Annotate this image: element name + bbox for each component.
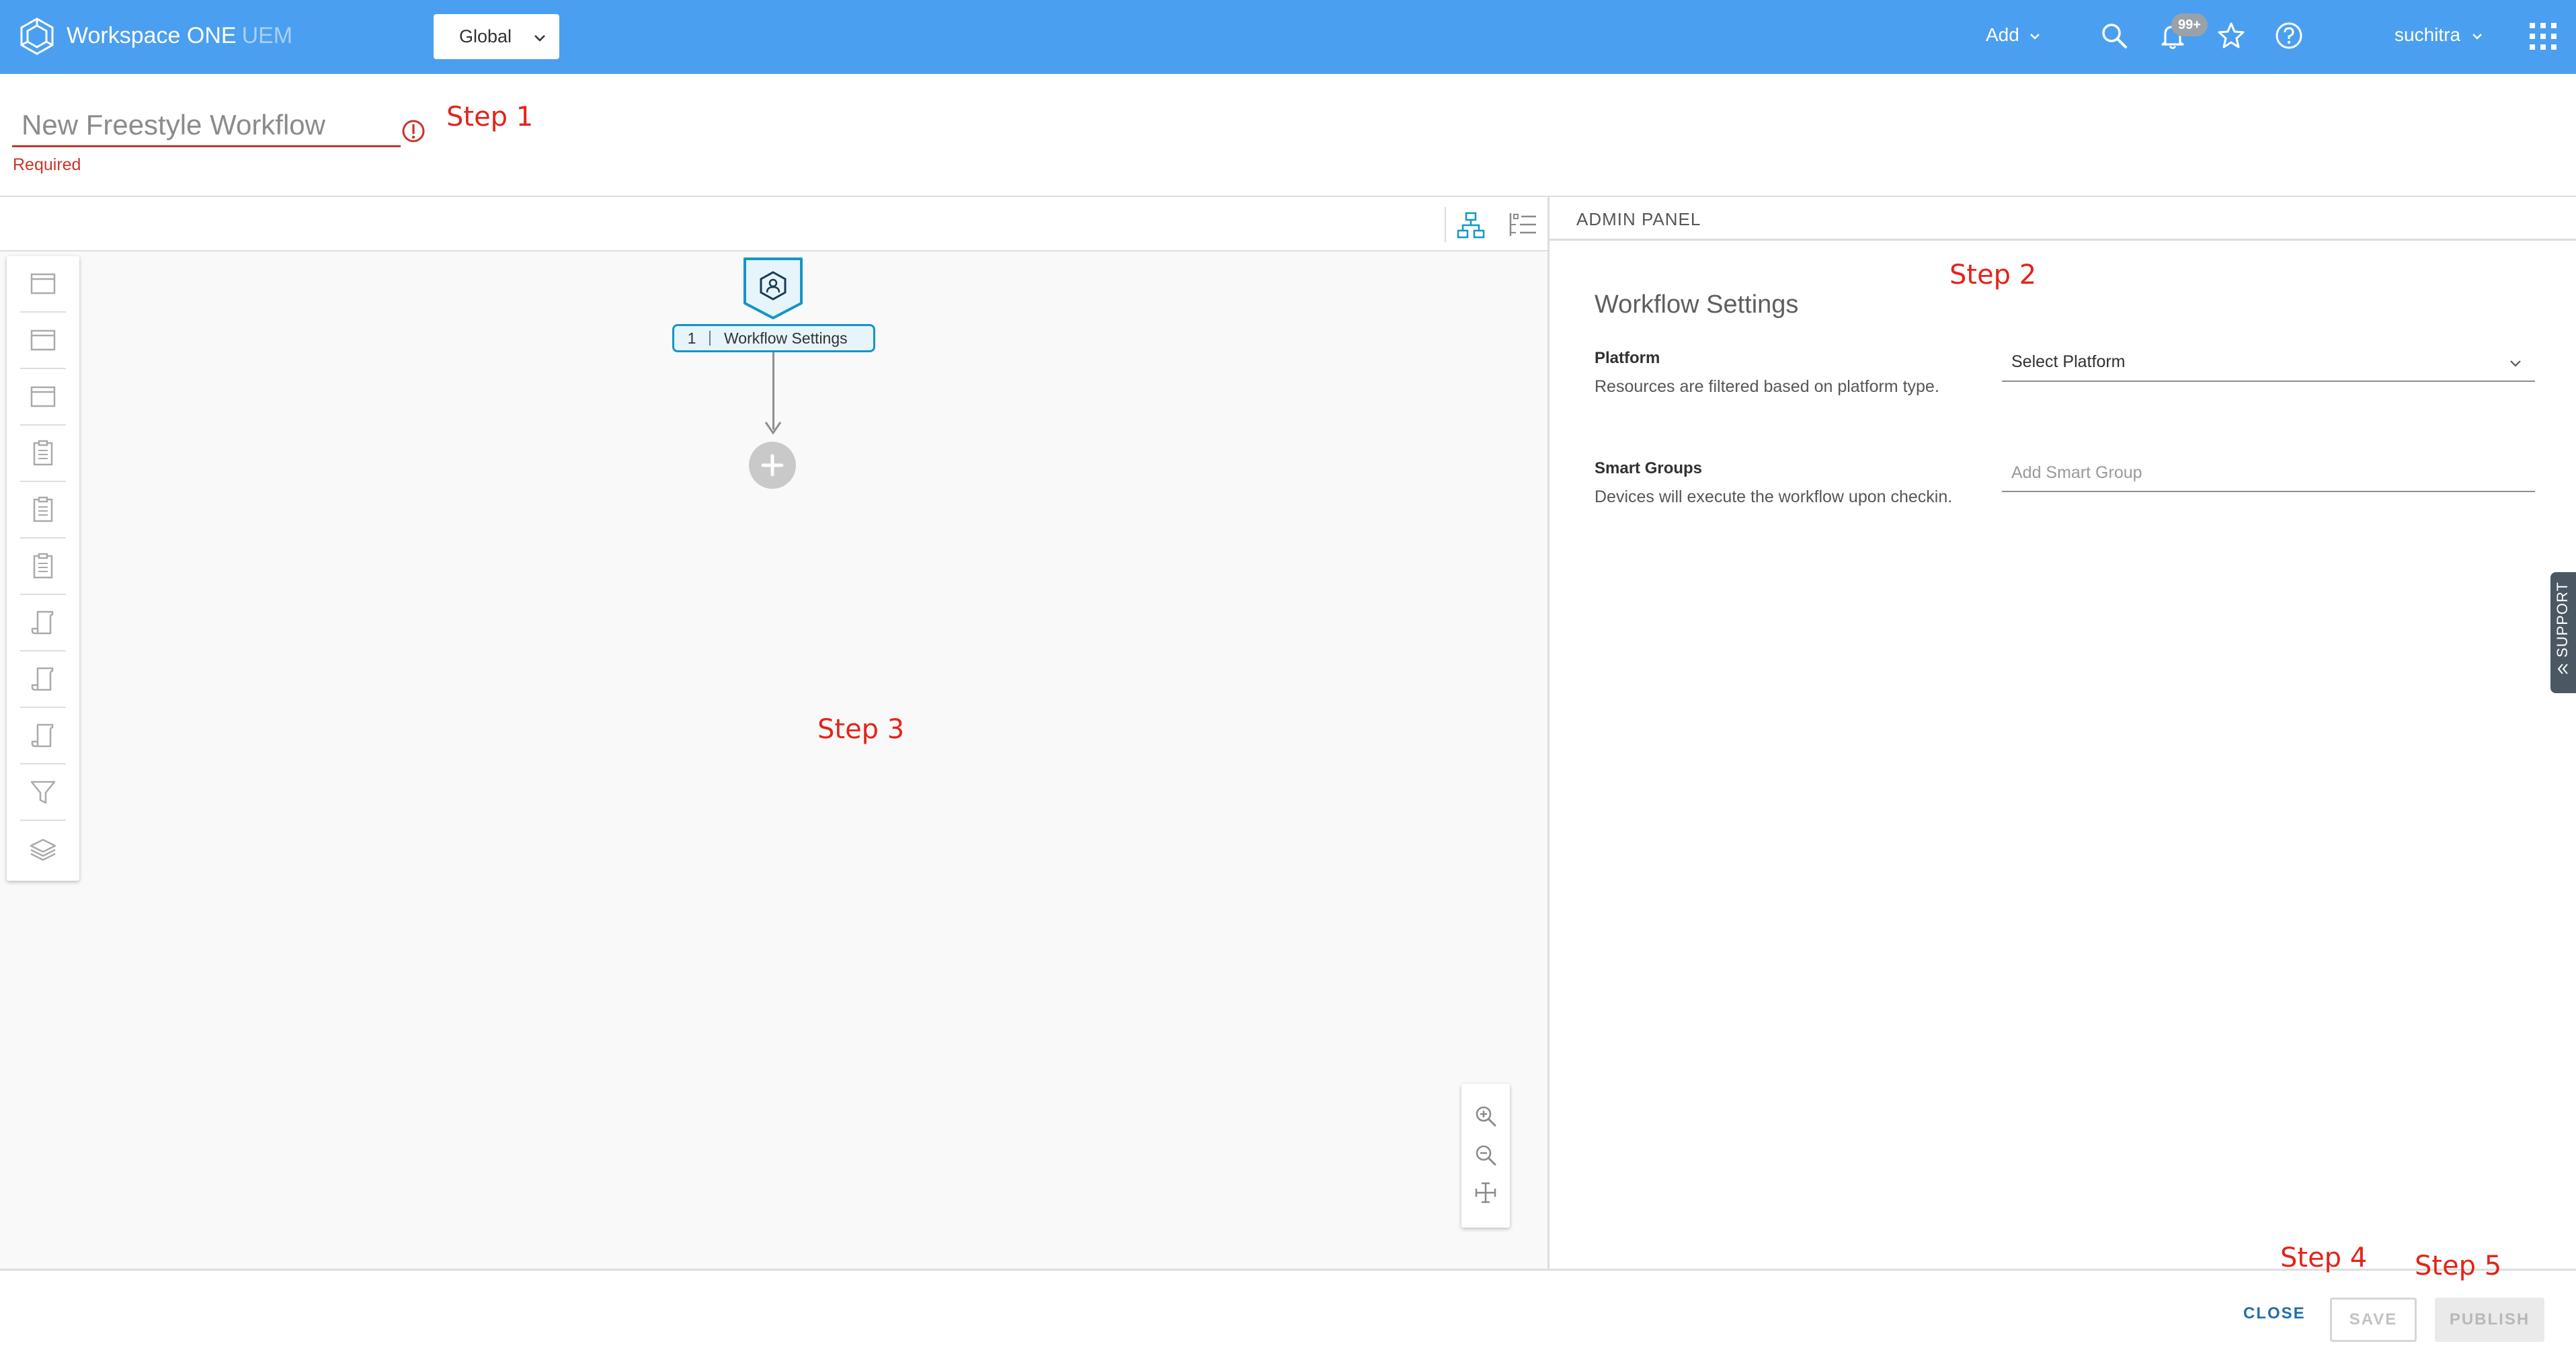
palette-item[interactable] [20,426,66,482]
app-title: Workspace ONE UEM [67,23,292,49]
organization-group-value: Global [459,26,512,46]
zoom-out-icon[interactable] [1474,1143,1498,1167]
palette-item[interactable] [20,313,66,369]
node-connector-line [772,352,774,430]
palette-item[interactable] [20,595,66,651]
platform-label: Platform [1595,349,1660,367]
palette-item[interactable] [20,256,66,313]
palette-item[interactable] [20,821,66,877]
layers-icon [30,838,56,861]
workflow-settings-node[interactable]: 1 Workflow Settings [672,324,875,352]
step-1-annotation: Step 1 [446,102,534,132]
canvas-toolbar [0,196,1547,251]
workflow-settings-node-icon[interactable] [741,256,805,321]
step-3-annotation: Step 3 [817,714,905,745]
clipboard-icon [33,496,53,522]
save-button[interactable]: SAVE [2330,1298,2417,1342]
workflow-settings-heading: Workflow Settings [1595,290,1799,319]
hierarchy-icon[interactable] [1456,210,1486,240]
step-2-annotation: Step 2 [1949,260,2037,290]
user-name: suchitra [2394,24,2461,45]
clipboard-icon [33,553,53,579]
chevron-down-icon [2472,33,2482,40]
clipboard-icon [33,440,53,466]
add-menu[interactable]: Add [1986,24,2041,46]
app-launcher-grid-icon[interactable] [2530,23,2557,50]
organization-group-selector[interactable]: Global [434,14,559,59]
toolbar-divider [1445,207,1446,242]
script-icon [31,610,54,635]
app-name-suffix: UEM [241,23,293,48]
palette-item[interactable] [20,369,66,426]
add-step-button[interactable] [749,442,796,489]
smart-groups-help-text: Devices will execute the workflow upon c… [1595,487,1953,506]
chevron-down-icon [534,35,545,42]
list-icon[interactable] [1508,210,1537,240]
fit-screen-icon[interactable] [1474,1181,1498,1205]
workspace-one-logo-icon [20,17,54,55]
filter-icon [30,781,56,804]
close-button[interactable]: CLOSE [2243,1304,2306,1323]
help-icon[interactable] [2273,20,2304,51]
chevron-down-icon [2029,33,2040,40]
plus-icon [761,454,784,477]
step-4-annotation: Step 4 [2280,1242,2368,1273]
footer-bar [0,1269,2576,1348]
zoom-controls [1461,1084,1510,1228]
star-icon[interactable] [2216,20,2247,51]
user-menu[interactable]: suchitra [2394,24,2483,46]
top-navigation-bar: Workspace ONE UEM Global Add 99+ suchitra [0,0,2576,74]
required-validation-message: Required [13,155,81,174]
zoom-in-icon[interactable] [1474,1104,1498,1128]
window-icon [30,386,56,407]
platform-help-text: Resources are filtered based on platform… [1595,377,1939,396]
platform-select-value: Select Platform [2011,352,2126,371]
arrow-down-icon [764,422,782,434]
search-icon[interactable] [2099,20,2130,51]
app-name: Workspace ONE [67,23,237,48]
node-step-number: 1 [674,331,711,346]
palette-item[interactable] [20,708,66,764]
window-icon [30,273,56,294]
script-icon [31,723,54,748]
double-chevron-left-icon [2557,664,2568,674]
palette-item[interactable] [20,539,66,595]
admin-panel-header: ADMIN PANEL [1549,196,2576,241]
step-5-annotation: Step 5 [2415,1251,2502,1281]
admin-panel-title: ADMIN PANEL [1576,209,1701,229]
chevron-down-icon [2510,360,2521,367]
error-icon [402,120,425,143]
resource-palette [7,256,79,881]
workflow-name-input[interactable] [12,104,401,147]
publish-button[interactable]: PUBLISH [2435,1298,2544,1342]
smart-groups-label: Smart Groups [1595,459,1703,477]
script-icon [31,667,54,691]
palette-item[interactable] [20,651,66,708]
support-tab-label: SUPPORT [2554,582,2571,658]
add-menu-label: Add [1986,24,2019,45]
panel-divider [1547,196,1549,1269]
palette-item[interactable] [20,764,66,821]
platform-select[interactable]: Select Platform [2002,343,2535,382]
smart-group-input[interactable] [2002,454,2535,492]
palette-item[interactable] [20,482,66,539]
node-label: Workflow Settings [724,329,848,347]
notification-badge: 99+ [2171,13,2208,36]
window-icon [30,329,56,351]
